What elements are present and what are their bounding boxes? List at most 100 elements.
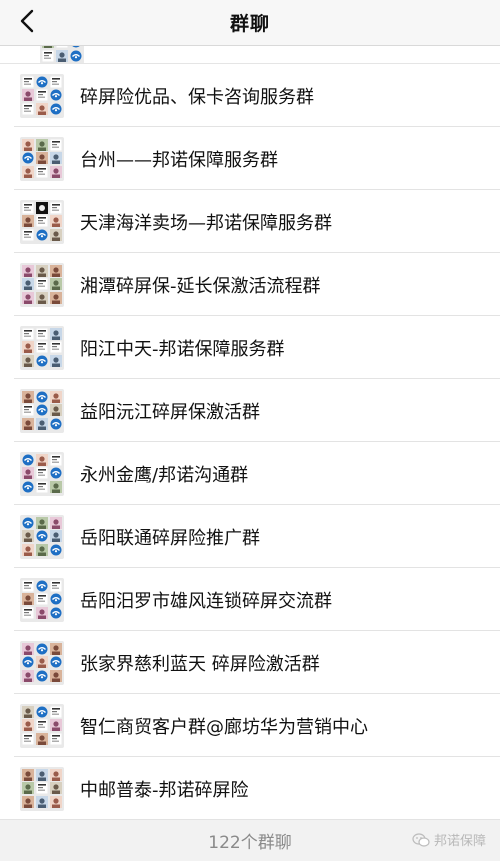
avatar-tile: [22, 642, 35, 656]
avatar-tile: [36, 782, 49, 795]
watermark: 邦诺保障: [412, 830, 486, 849]
avatar-tile: [35, 796, 49, 809]
avatar-tile: [49, 327, 62, 341]
avatar-tile: [49, 341, 62, 354]
avatar-tile: [36, 391, 49, 404]
avatar-tile: [22, 341, 35, 354]
wechat-icon: [412, 832, 430, 847]
group-chat-row[interactable]: 张家界慈利蓝天 碎屏险激活群: [0, 631, 500, 694]
group-name: 益阳沅江碎屏保激活群: [80, 401, 260, 423]
avatar-tile: [49, 418, 62, 431]
avatar-tile: [55, 49, 69, 62]
avatar-tile: [36, 580, 49, 593]
group-avatar: [40, 46, 84, 63]
group-avatar: [20, 766, 64, 811]
avatar-tile: [22, 355, 35, 368]
group-avatar: [20, 199, 64, 244]
group-chat-row[interactable]: 智仁商贸客户群@廊坊华为营销中心: [0, 694, 500, 757]
avatar-tile: [35, 264, 49, 278]
avatar-tile: [36, 215, 49, 228]
avatar-tile: [36, 89, 49, 102]
avatar-tile: [35, 516, 49, 530]
avatar-tile: [22, 328, 35, 341]
avatar-tile: [36, 355, 49, 368]
group-name: 台州——邦诺保障服务群: [80, 149, 278, 171]
group-avatar: [20, 388, 64, 433]
avatar-tile: [49, 76, 62, 89]
avatar-tile: [35, 656, 49, 669]
avatar-tile: [36, 166, 49, 179]
avatar-tile: [22, 733, 35, 746]
group-chat-row[interactable]: 益阳沅江碎屏保激活群: [0, 379, 500, 442]
avatar-tile: [22, 152, 35, 165]
avatar-tile: [42, 46, 55, 48]
group-name: 岳阳汨罗市雄风连锁碎屏交流群: [80, 590, 332, 612]
avatar-tile: [49, 593, 62, 606]
avatar-tile: [22, 719, 35, 732]
avatar-tile: [22, 103, 35, 116]
avatar-tile: [36, 404, 49, 417]
avatar-tile: [49, 656, 62, 669]
avatar-tile: [35, 201, 49, 215]
avatar-tile: [22, 607, 35, 620]
avatar-tile: [56, 46, 69, 48]
group-chat-row[interactable]: 阳江中天-邦诺保障服务群: [0, 316, 500, 379]
group-avatar: [20, 640, 64, 685]
avatar-tile: [49, 202, 62, 215]
group-chat-row[interactable]: 岳阳汨罗市雄风连锁碎屏交流群: [0, 568, 500, 631]
avatar-tile: [35, 607, 49, 620]
watermark-text: 邦诺保障: [433, 834, 486, 849]
avatar-tile: [49, 404, 62, 417]
page-title: 群聊: [229, 13, 270, 35]
avatar-tile: [22, 768, 35, 782]
avatar-tile: [49, 454, 62, 467]
avatar-tile: [36, 643, 49, 656]
avatar-tile: [35, 768, 49, 782]
group-chat-list: 碎屏险优品、保卡咨询服务群 台州——邦诺保障服务群天津海洋卖场—邦诺保障服务群湘潭…: [0, 64, 500, 820]
group-chat-row[interactable]: 永州金鹰/邦诺沟通群: [0, 442, 500, 505]
group-name: 中邮普泰-邦诺碎屏险: [80, 779, 249, 801]
avatar-tile: [22, 166, 35, 179]
group-chat-row[interactable]: 天津海洋卖场—邦诺保障服务群: [0, 190, 500, 253]
avatar-tile: [49, 103, 62, 116]
avatar-tile: [49, 516, 62, 530]
avatar-tile: [49, 796, 62, 809]
avatar-tile: [49, 139, 62, 152]
group-name: 碎屏险优品、保卡咨询服务群: [80, 86, 314, 108]
avatar-tile: [49, 642, 62, 656]
avatar-tile: [49, 733, 62, 746]
avatar-tile: [22, 656, 35, 669]
avatar-tile: [22, 76, 35, 89]
back-button[interactable]: [10, 6, 44, 40]
avatar-tile: [49, 670, 62, 683]
chevron-left-icon: [20, 9, 34, 37]
group-chat-row[interactable]: 岳阳联通碎屏险推广群: [0, 505, 500, 568]
avatar-tile: [49, 229, 62, 242]
avatar-tile: [36, 481, 49, 494]
group-chat-row[interactable]: 湘潭碎屏保-延长保激活流程群: [0, 253, 500, 316]
avatar-tile: [35, 544, 49, 557]
avatar-tile: [35, 418, 49, 431]
group-name: 阳江中天-邦诺保障服务群: [80, 338, 285, 360]
list-item-partial[interactable]: [0, 46, 500, 64]
avatar-tile: [22, 404, 35, 417]
avatar-tile: [35, 138, 49, 152]
avatar-tile: [49, 768, 62, 782]
group-chat-row[interactable]: 中邮普泰-邦诺碎屏险: [0, 757, 500, 820]
avatar-tile: [69, 49, 82, 62]
avatar-tile: [36, 530, 49, 543]
group-chat-row[interactable]: 台州——邦诺保障服务群: [0, 127, 500, 190]
group-avatar: [20, 325, 64, 370]
avatar-tile: [22, 530, 35, 543]
group-name: 天津海洋卖场—邦诺保障服务群: [80, 212, 332, 234]
avatar-tile: [22, 467, 35, 480]
group-chat-row[interactable]: 碎屏险优品、保卡咨询服务群: [0, 64, 500, 127]
group-avatar: [20, 136, 64, 181]
avatar-tile: [36, 593, 49, 606]
group-avatar: [20, 451, 64, 496]
avatar-tile: [35, 152, 49, 165]
group-count-label: 122个群聊: [208, 833, 292, 853]
avatar-tile: [22, 292, 35, 305]
group-avatar: [20, 73, 64, 118]
avatar-tile: [22, 390, 35, 404]
